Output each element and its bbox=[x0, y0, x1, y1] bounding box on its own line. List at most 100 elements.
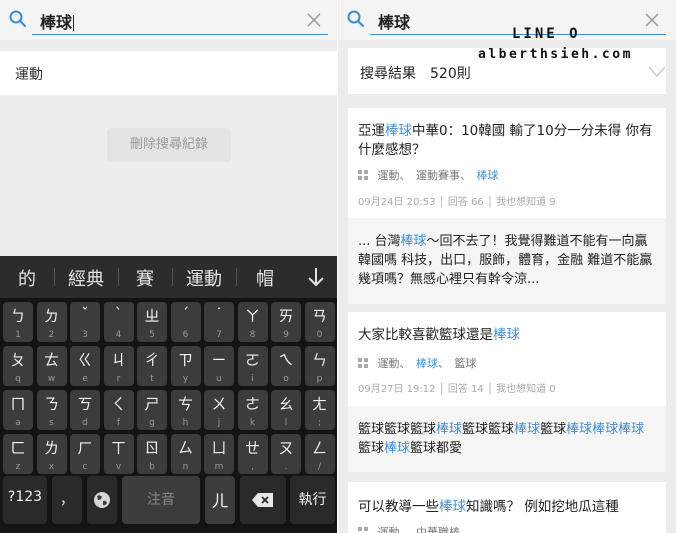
candidate-word[interactable]: 賽 bbox=[136, 265, 154, 291]
tag-link[interactable]: 運動 bbox=[378, 169, 400, 182]
language-key[interactable] bbox=[87, 476, 117, 524]
search-input[interactable]: 棒球 bbox=[378, 9, 410, 33]
key-hint: 8 bbox=[249, 330, 256, 340]
question-card[interactable]: 可以教導一些棒球知識嗎？ 例如挖地瓜這種 運動、 中華職棒 bbox=[348, 482, 666, 533]
zhuyin-key[interactable]: ㄙn bbox=[170, 434, 201, 474]
text-segment: 大家比較喜歡籃球還是 bbox=[358, 327, 493, 343]
zhuyin-key[interactable]: ㄤ; bbox=[304, 390, 335, 430]
keyword-highlight: 棒球 bbox=[400, 234, 427, 249]
key-symbol: ㄝ bbox=[244, 439, 260, 457]
zhuyin-key[interactable]: ㄞ9 bbox=[271, 302, 301, 342]
zhuyin-key[interactable]: ˙ 7 bbox=[204, 302, 234, 342]
answer-preview[interactable]: 籃球籃球籃球棒球籃球籃球棒球籃球棒球棒球棒球籃球棒球籃球都愛 bbox=[348, 406, 666, 472]
zhuyin-key[interactable]: ㄓ5 bbox=[137, 302, 167, 342]
zhuyin-key[interactable]: ㄕg bbox=[137, 390, 167, 430]
space-key[interactable]: 注音 bbox=[122, 476, 200, 524]
text-segment: 籃球 bbox=[540, 422, 567, 437]
er-key[interactable]: ㄦ bbox=[205, 476, 235, 524]
backspace-key[interactable] bbox=[240, 476, 286, 524]
space-key-label: 注音 bbox=[147, 492, 175, 508]
key-hint: 4 bbox=[115, 330, 122, 340]
close-icon[interactable] bbox=[644, 12, 660, 28]
zhuyin-key[interactable]: ㄣp bbox=[304, 346, 335, 386]
zhuyin-key[interactable]: ˋ4 bbox=[103, 302, 134, 342]
zhuyin-key[interactable]: ㄚ8 bbox=[237, 302, 268, 342]
tag-link[interactable]: 籃球 bbox=[455, 357, 477, 370]
question-title[interactable]: 可以教導一些棒球知識嗎？ 例如挖地瓜這種 bbox=[358, 498, 656, 517]
zhuyin-key[interactable]: ㄇa bbox=[3, 390, 33, 430]
tag-link[interactable]: 運動賽事 bbox=[416, 169, 460, 182]
key-hint: 6 bbox=[182, 330, 189, 340]
zhuyin-key[interactable]: ㄟo bbox=[271, 346, 301, 386]
key-hint: z bbox=[15, 462, 21, 472]
candidate-word[interactable]: 帽 bbox=[256, 265, 274, 291]
key-hint: ; bbox=[317, 418, 322, 428]
tag-separator: 、 bbox=[399, 169, 416, 182]
zhuyin-key[interactable]: ㄥ / bbox=[304, 434, 335, 474]
question-title[interactable]: 亞運棒球中華0：10韓國 輸了10分一分未得 你有什麼感想？ bbox=[358, 122, 656, 160]
answer-preview[interactable]: ... 台灣棒球～回不去了！我覺得難道不能有一向贏韓國嗎 科技，出口，服飾，體育… bbox=[348, 218, 666, 304]
search-history-item[interactable]: 運動 bbox=[0, 51, 338, 95]
chevron-down-icon[interactable] bbox=[648, 66, 666, 78]
key-hint: q bbox=[15, 374, 21, 384]
zhuyin-key[interactable]: ㄔt bbox=[137, 346, 167, 386]
zhuyin-key[interactable]: ㄍe bbox=[70, 346, 100, 386]
zhuyin-key[interactable]: ㄛi bbox=[237, 346, 268, 386]
search-bar: 棒球 bbox=[0, 0, 338, 40]
zhuyin-key[interactable]: ㄌx bbox=[36, 434, 67, 474]
zhuyin-key[interactable]: ˊ6 bbox=[170, 302, 201, 342]
zhuyin-key[interactable]: ㄈz bbox=[3, 434, 33, 474]
answer-text: ... 台灣棒球～回不去了！我覺得難道不能有一向贏韓國嗎 科技，出口，服飾，體育… bbox=[358, 232, 656, 289]
zhuyin-key[interactable]: ㄜk bbox=[237, 390, 268, 430]
zhuyin-key[interactable]: ㄝ, bbox=[237, 434, 268, 474]
key-hint: u bbox=[216, 374, 222, 384]
question-card[interactable]: 亞運棒球中華0：10韓國 輸了10分一分未得 你有什麼感想？ 運動、 運動賽事、… bbox=[348, 108, 666, 304]
enter-key[interactable]: 執行 bbox=[290, 476, 335, 524]
close-icon[interactable] bbox=[306, 12, 322, 28]
key-hint: k bbox=[249, 418, 256, 428]
tag-separator: 、 bbox=[399, 357, 416, 370]
candidate-word[interactable]: 運動 bbox=[186, 265, 222, 291]
zhuyin-key[interactable]: ˇ3 bbox=[70, 302, 100, 342]
zhuyin-key[interactable]: ㄆq bbox=[3, 346, 33, 386]
punctuation-key[interactable]: ， bbox=[52, 476, 82, 524]
key-hint: d bbox=[82, 418, 88, 428]
watermark-line1: LINE O bbox=[512, 26, 581, 42]
tag-link[interactable]: 中華職棒 bbox=[416, 526, 460, 533]
tag-icon bbox=[358, 170, 368, 180]
tag-separator: 、 bbox=[460, 169, 477, 182]
zhuyin-key[interactable]: ㄖb bbox=[137, 434, 167, 474]
tag-link[interactable]: 棒球 bbox=[416, 357, 438, 370]
zhuyin-key[interactable]: ㄑf bbox=[103, 390, 134, 430]
symbols-key[interactable]: ?123 bbox=[3, 476, 47, 524]
zhuyin-key[interactable]: ㄐr bbox=[103, 346, 134, 386]
zhuyin-key[interactable]: ㄠl bbox=[271, 390, 301, 430]
zhuyin-key[interactable]: ㄏc bbox=[70, 434, 100, 474]
key-symbol: ˋ bbox=[114, 305, 123, 323]
tag-link[interactable]: 運動 bbox=[378, 526, 400, 533]
zhuyin-key[interactable]: ㄡ. bbox=[271, 434, 301, 474]
keyword-highlight: 棒球 bbox=[384, 441, 411, 456]
zhuyin-key[interactable]: ㄗy bbox=[170, 346, 201, 386]
zhuyin-key[interactable]: ㄅ1 bbox=[3, 302, 33, 342]
question-card[interactable]: 大家比較喜歡籃球還是棒球 運動、 棒球、 籃球 09月27日 19:12 │ 回… bbox=[348, 312, 666, 472]
arrow-down-icon[interactable] bbox=[306, 266, 326, 288]
zhuyin-key[interactable]: ㄎd bbox=[70, 390, 100, 430]
zhuyin-key[interactable]: ㄒv bbox=[103, 434, 134, 474]
zhuyin-key[interactable]: ㄉ2 bbox=[36, 302, 67, 342]
clear-history-button[interactable]: 刪除搜尋紀錄 bbox=[107, 128, 231, 162]
zhuyin-key[interactable]: ㄨj bbox=[204, 390, 234, 430]
zhuyin-key[interactable]: ㄋs bbox=[36, 390, 67, 430]
er-key-label: ㄦ bbox=[211, 492, 229, 512]
question-title[interactable]: 大家比較喜歡籃球還是棒球 bbox=[358, 326, 656, 345]
tag-link[interactable]: 運動 bbox=[378, 357, 400, 370]
tag-link[interactable]: 棒球 bbox=[477, 169, 499, 182]
zhuyin-key[interactable]: ㄩm bbox=[204, 434, 234, 474]
zhuyin-key[interactable]: ㄘh bbox=[170, 390, 201, 430]
zhuyin-key[interactable]: ㄢ0 bbox=[304, 302, 335, 342]
zhuyin-key[interactable]: ㄧu bbox=[204, 346, 234, 386]
search-input[interactable]: 棒球 bbox=[40, 9, 75, 33]
candidate-word[interactable]: 的 bbox=[18, 265, 36, 291]
candidate-word[interactable]: 經典 bbox=[68, 265, 104, 291]
zhuyin-key[interactable]: ㄊw bbox=[36, 346, 67, 386]
